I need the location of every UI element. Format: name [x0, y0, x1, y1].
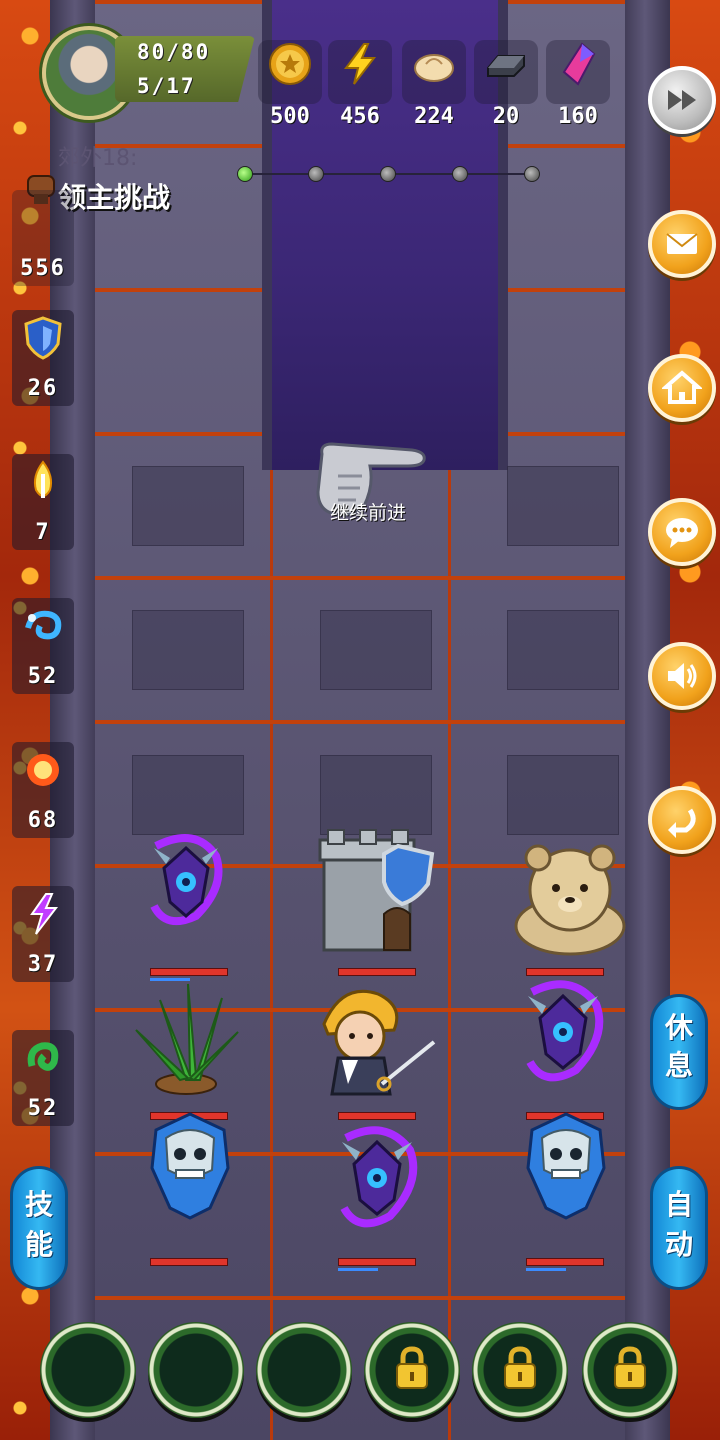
sound-icon — [668, 663, 697, 689]
stat-water-value: 52 — [27, 664, 59, 689]
enemy-hp-bar — [338, 1258, 416, 1266]
resource-gold[interactable]: 500 — [256, 34, 324, 134]
fire-orb-icon — [27, 754, 59, 786]
enemy-hp-bar — [150, 968, 228, 976]
crystal-value: 160 — [558, 104, 598, 129]
lock-icon — [396, 1346, 428, 1389]
stat-attack-value: 556 — [20, 256, 66, 281]
stat-lightning[interactable]: 37 — [12, 886, 74, 996]
resource-energy[interactable]: 456 — [326, 34, 394, 134]
stat-defense[interactable]: 26 — [12, 310, 74, 420]
gold-coin-icon — [269, 43, 311, 85]
enemy-hp-bar — [526, 1258, 604, 1266]
water-swirl-icon — [25, 610, 62, 640]
grid-cell[interactable] — [507, 466, 619, 546]
back-button[interactable] — [648, 786, 716, 854]
shield-icon — [24, 316, 62, 360]
enemy-ice-skull[interactable] — [516, 1108, 616, 1228]
stat-lightning-value: 37 — [27, 952, 59, 977]
mail-icon — [666, 233, 698, 254]
crystal-icon — [562, 42, 596, 86]
skill-slot-1[interactable] — [40, 1322, 136, 1418]
skill-label: 技能 — [25, 1188, 54, 1261]
skill-slot-5-locked[interactable] — [472, 1322, 568, 1418]
grid-cell[interactable] — [507, 755, 619, 835]
iron-value: 20 — [492, 104, 520, 129]
lightning-icon — [344, 43, 377, 85]
stat-fire-value: 68 — [27, 808, 59, 833]
lightning-purple-icon — [30, 893, 59, 935]
skill-slot-3[interactable] — [256, 1322, 352, 1418]
resource-bun[interactable]: 224 — [400, 34, 468, 134]
area-label: 郊外18: — [58, 146, 138, 171]
enemy-dark-crystal[interactable] — [508, 970, 618, 1100]
mail-button[interactable] — [648, 210, 716, 278]
lock-icon — [614, 1346, 646, 1389]
back-icon — [668, 808, 696, 838]
stat-poison-value: 52 — [27, 1096, 59, 1121]
grid-cell[interactable] — [132, 610, 244, 690]
energy-value: 456 — [340, 104, 380, 129]
progress-node — [524, 166, 540, 182]
stat-water[interactable]: 52 — [12, 598, 74, 708]
hero-swordsman[interactable] — [312, 984, 442, 1104]
progress-node — [452, 166, 468, 182]
stat-defense-value: 26 — [27, 376, 59, 401]
enemy-dark-crystal[interactable] — [322, 1116, 432, 1246]
home-icon — [662, 370, 702, 404]
stat-attack[interactable]: 556 — [12, 190, 74, 300]
gold-value: 500 — [270, 104, 310, 129]
player-hp: 80/80 — [137, 40, 211, 64]
stat-holy-value: 7 — [35, 520, 51, 545]
enemy-mp-bar — [526, 1268, 566, 1271]
progress-node-current — [237, 166, 253, 182]
level-progress-track — [237, 166, 540, 182]
grid-cell[interactable] — [320, 755, 432, 835]
building-hp-bar — [338, 968, 416, 976]
grid-cell[interactable] — [132, 466, 244, 546]
skill-slot-6-locked[interactable] — [582, 1322, 678, 1418]
player-stage-progress: 5/17 — [137, 74, 196, 98]
lock-icon — [504, 1346, 536, 1389]
poison-icon — [27, 1042, 59, 1071]
auto-label: 自动 — [665, 1188, 694, 1261]
fast-forward-button[interactable] — [648, 66, 716, 134]
grid-cell[interactable] — [132, 755, 244, 835]
enemy-ice-skull[interactable] — [140, 1108, 240, 1228]
auto-button[interactable]: 自动 — [650, 1166, 708, 1290]
stat-holy[interactable]: 7 — [12, 454, 74, 564]
lord-challenge-title[interactable]: 领主挑战 — [58, 176, 170, 216]
skill-slot-4-locked[interactable] — [364, 1322, 460, 1418]
enemy-bear[interactable] — [500, 840, 630, 960]
chat-button[interactable] — [648, 498, 716, 566]
skill-button[interactable]: 技能 — [10, 1166, 68, 1290]
rest-button[interactable]: 休息 — [650, 994, 708, 1110]
resource-crystal[interactable]: 160 — [544, 34, 612, 134]
skill-slot-2[interactable] — [148, 1322, 244, 1418]
rest-label: 休息 — [665, 1011, 694, 1082]
iron-ingot-icon — [487, 55, 525, 77]
chat-icon — [666, 518, 698, 548]
enemy-dark-crystal[interactable] — [136, 826, 236, 936]
bun-value: 224 — [414, 104, 454, 129]
grid-cell[interactable] — [507, 610, 619, 690]
watchtower[interactable] — [310, 826, 440, 956]
grid-cell[interactable] — [320, 610, 432, 690]
plant-bush[interactable] — [130, 980, 242, 1100]
sword-flame-icon — [33, 460, 53, 498]
sound-button[interactable] — [648, 642, 716, 710]
enemy-hp-bar — [150, 1258, 228, 1266]
stat-fire[interactable]: 68 — [12, 742, 74, 852]
stat-poison[interactable]: 52 — [12, 1030, 74, 1140]
progress-node — [308, 166, 324, 182]
fast-forward-icon — [668, 90, 696, 110]
enemy-mp-bar — [338, 1268, 378, 1271]
home-button[interactable] — [648, 354, 716, 422]
progress-node — [380, 166, 396, 182]
resource-iron[interactable]: 20 — [472, 34, 540, 134]
continue-hint-text[interactable]: 继续前进 — [330, 498, 406, 525]
bun-icon — [414, 54, 454, 82]
